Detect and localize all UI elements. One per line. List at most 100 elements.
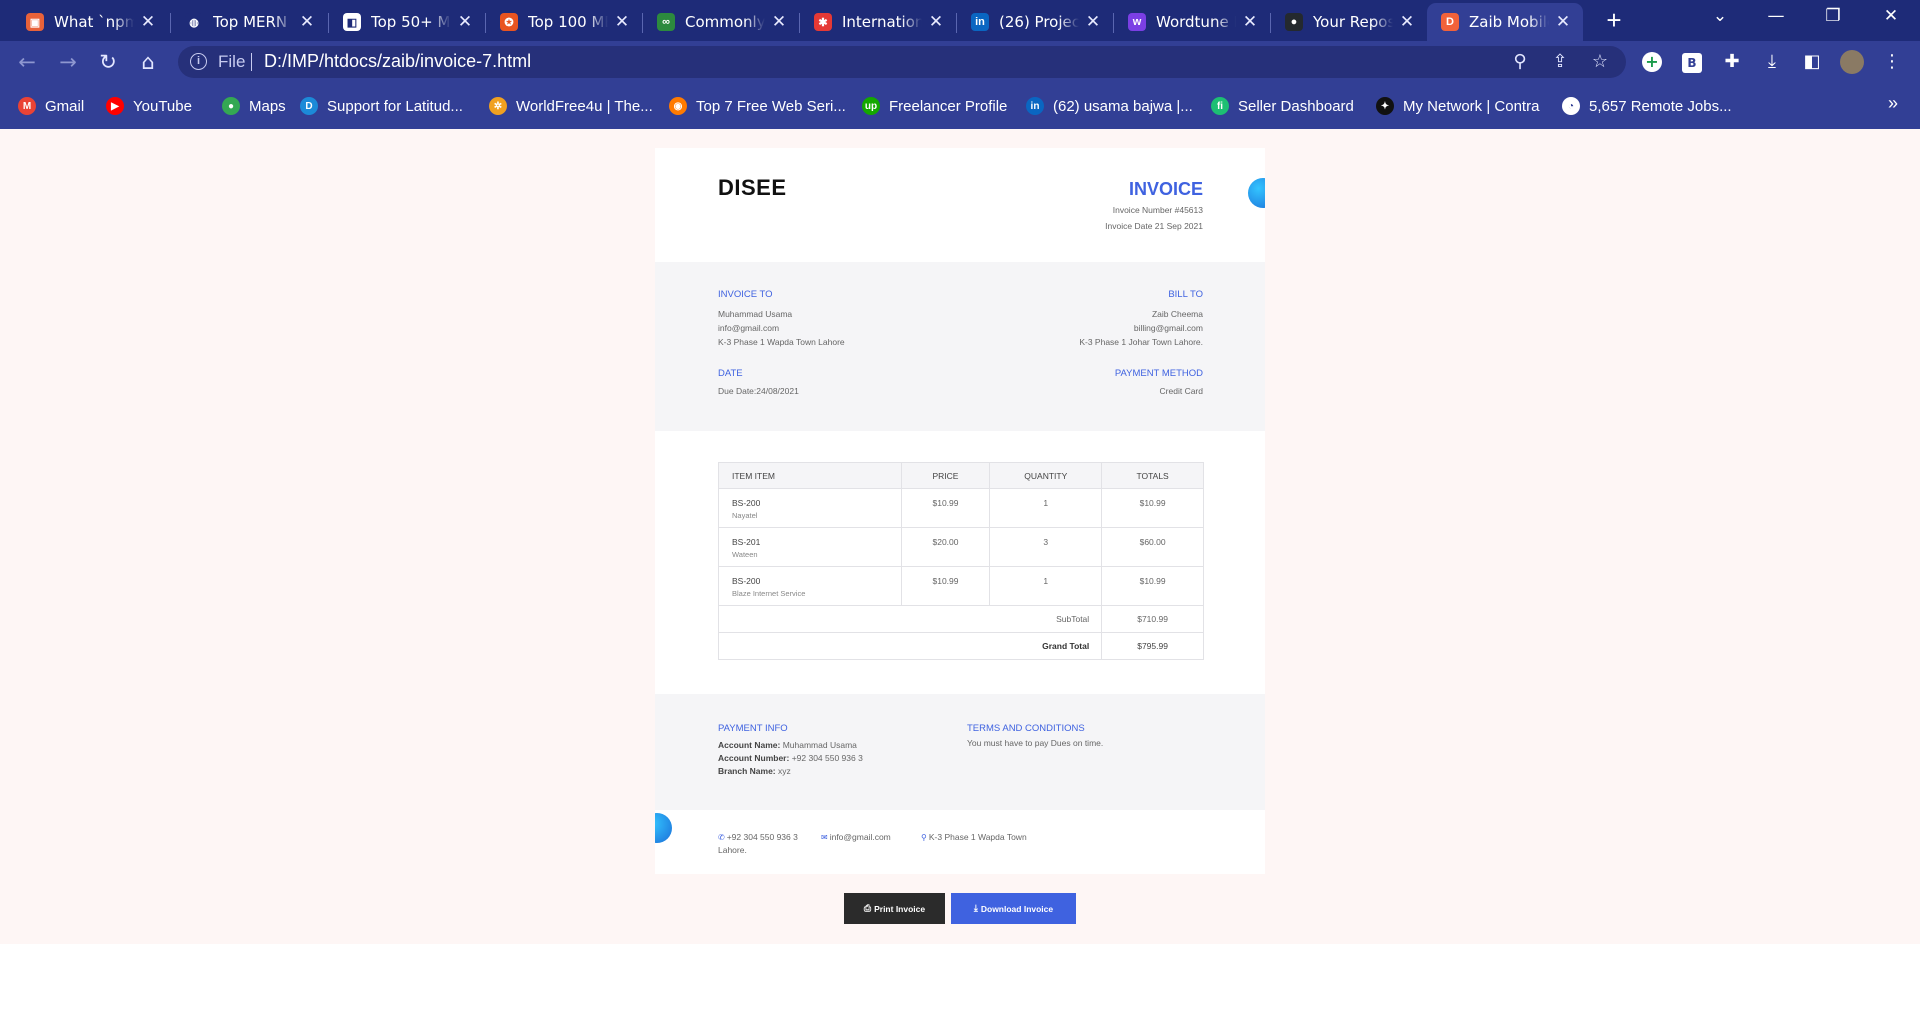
bill-to-label: BILL TO [1168,289,1203,300]
tab[interactable]: ∞ Commonly ✕ [643,3,799,41]
extension-b-icon[interactable]: B [1680,50,1704,74]
download-icon[interactable]: ⤓ [1760,50,1784,74]
close-tab-icon[interactable]: ✕ [612,12,632,32]
grand-total-value: $795.99 [1101,632,1204,660]
account-number-label: Account Number: [718,753,790,763]
payment-info-label: PAYMENT INFO [718,723,788,734]
bookmark-item[interactable]: ✲ WorldFree4u | The... [489,95,653,117]
close-tab-icon[interactable]: ✕ [297,12,317,32]
invoice-title: INVOICE [1128,179,1203,199]
info-icon[interactable]: i [190,53,207,70]
gmail-icon: M [18,97,36,115]
item-description: Wateen [732,550,758,559]
tab[interactable]: ✪ Top 100 ME ✕ [486,3,642,41]
tab[interactable]: ● Your Repos ✕ [1271,3,1427,41]
share-icon[interactable]: ⇪ [1548,50,1572,74]
tab-search-icon[interactable]: ⌄ [1700,6,1740,26]
item-cell: BS-201 Wateen [718,527,902,567]
items-table: ITEM ITEM PRICE QUANTITY TOTALS BS-200 N… [717,462,1204,660]
item-description: Blaze Internet Service [732,589,806,598]
print-invoice-button[interactable]: ⎙ Print Invoice [844,893,945,924]
side-panel-icon[interactable]: ◧ [1800,50,1824,74]
invoice-to-email: info@gmail.com [718,323,780,333]
profile-avatar[interactable] [1840,50,1864,74]
invoice-to-name: Muhammad Usama [718,309,793,319]
dell-icon: D [300,97,318,115]
worldfree-icon: ✲ [489,97,507,115]
close-tab-icon[interactable]: ✕ [138,12,158,32]
bookmark-item[interactable]: D Support for Latitud... [300,95,463,117]
firefox-icon: ◉ [669,97,687,115]
bookmark-label: Support for Latitud... [327,97,463,115]
close-tab-icon[interactable]: ✕ [1240,12,1260,32]
bookmark-item[interactable]: ◉ Top 7 Free Web Seri... [669,95,846,117]
menu-kebab-icon[interactable]: ⋮ [1880,50,1904,74]
tab[interactable]: D Zaib Mobile ✕ [1427,3,1583,41]
download-invoice-button[interactable]: ⤓ Download Invoice [951,893,1076,924]
tab[interactable]: ◧ Top 50+ ME✕ [329,3,485,41]
maps-icon: ● [222,97,240,115]
bookmark-item[interactable]: fi Seller Dashboard [1211,95,1354,117]
globe-icon: ◍ [185,13,203,31]
bookmark-item[interactable]: up Freelancer Profile [862,95,1007,117]
bookmark-item[interactable]: ▶ YouTube [106,95,192,117]
reload-icon[interactable]: ↻ [94,48,122,76]
close-tab-icon[interactable]: ✕ [769,12,789,32]
quantity-cell: 1 [989,488,1103,528]
home-icon[interactable]: ⌂ [134,48,162,76]
linkedin-icon: in [1026,97,1044,115]
tab[interactable]: w Wordtune E ✕ [1114,3,1270,41]
footer-address-line2: Lahore. [718,845,747,855]
date-label: DATE [718,368,743,379]
close-window-button[interactable]: ✕ [1871,6,1911,26]
item-cell: BS-200 Blaze Internet Service [718,566,902,606]
close-tab-icon[interactable]: ✕ [1083,12,1103,32]
close-tab-icon[interactable]: ✕ [1397,12,1417,32]
table-row: BS-200 Nayatel $10.99 1 $10.99 [718,488,1204,528]
invoice-card: DISEE INVOICE Invoice Number #45613 Invo… [655,148,1265,874]
bookmark-label: Top 7 Free Web Seri... [696,97,846,115]
bookmark-label: Maps [249,97,286,115]
bookmark-item[interactable]: ● Maps [222,95,286,117]
bookmark-item[interactable]: M Gmail [18,95,84,117]
extension-plus-icon[interactable]: + [1640,50,1664,74]
grand-total-row: Grand Total $795.99 [717,632,1204,660]
back-icon[interactable]: ← [13,48,41,76]
close-tab-icon[interactable]: ✕ [1553,12,1573,32]
minimize-button[interactable]: — [1756,6,1796,26]
forward-icon[interactable]: → [54,48,82,76]
tab-title: Top MERN [213,13,288,31]
bookmarks-overflow-icon[interactable]: » [1888,93,1898,114]
restore-button[interactable]: ❐ [1813,6,1853,26]
bookmark-item[interactable]: in (62) usama bajwa |... [1026,95,1193,117]
items-section: ITEM ITEM PRICE QUANTITY TOTALS BS-200 N… [655,431,1265,694]
account-name-value: Muhammad Usama [782,740,857,750]
new-tab-button[interactable]: + [1599,6,1629,36]
tab-title: International [842,13,922,31]
close-tab-icon[interactable]: ✕ [455,12,475,32]
account-number-line: Account Number: +92 304 550 936 3 [718,753,863,763]
tab[interactable]: ✱ International✕ [800,3,956,41]
footer-phone-text: +92 304 550 936 3 [726,832,798,842]
close-tab-icon[interactable]: ✕ [926,12,946,32]
invoice-header: DISEE INVOICE Invoice Number #45613 Invo… [655,148,1265,262]
brand-logo-text: DISEE [718,175,787,200]
bookmark-star-icon[interactable]: ☆ [1588,50,1612,74]
branch-value: xyz [778,766,791,776]
address-bar[interactable]: i File D:/IMP/htdocs/zaib/invoice-7.html… [178,46,1626,78]
url-text[interactable]: D:/IMP/htdocs/zaib/invoice-7.html [264,51,531,72]
star-icon: ✱ [814,13,832,31]
bill-to-address: K-3 Phase 1 Johar Town Lahore. [1079,337,1203,347]
tab[interactable]: ▣ What `npm ✕ [12,3,168,41]
bookmark-label: Gmail [45,97,85,115]
extensions-puzzle-icon[interactable]: ✚ [1720,50,1744,74]
tab[interactable]: ◍ Top MERN ✕ [171,3,327,41]
quantity-cell: 1 [989,566,1103,606]
payment-terms-section: PAYMENT INFO Account Name: Muhammad Usam… [655,694,1265,810]
bookmark-item[interactable]: ✦ My Network | Contra [1376,95,1539,117]
bookmark-item[interactable]: ◔ 5,657 Remote Jobs... [1562,95,1732,117]
tab[interactable]: in (26) Project ✕ [957,3,1113,41]
github-icon: ● [1285,13,1303,31]
zoom-icon[interactable]: ⚲ [1508,50,1532,74]
account-name-line: Account Name: Muhammad Usama [718,740,857,750]
